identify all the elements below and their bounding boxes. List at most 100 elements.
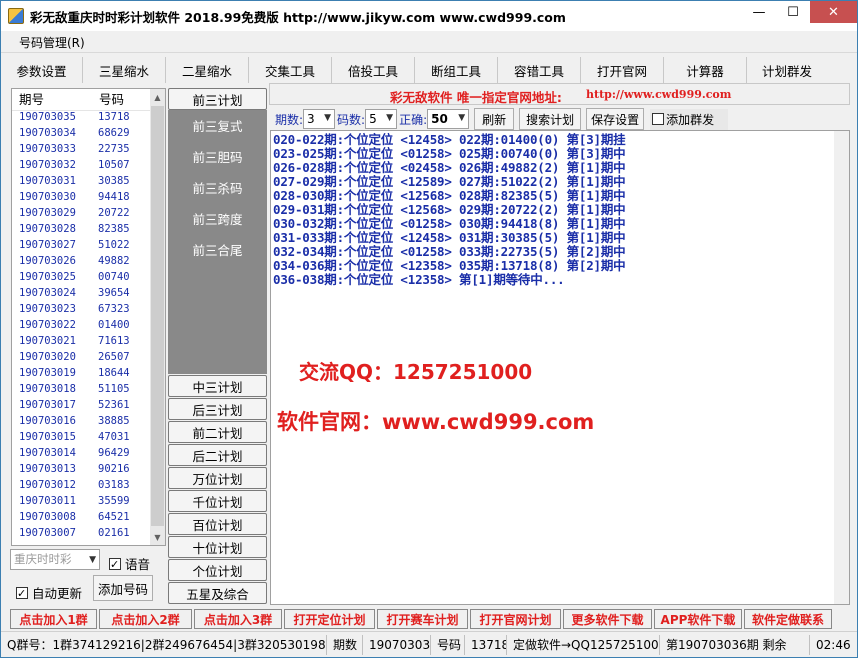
voice-checkbox[interactable]	[109, 557, 121, 570]
toolbar-button-group-send[interactable]: 计划群发	[747, 57, 827, 83]
plan-button-qian[interactable]: 千位计划	[168, 490, 267, 512]
column-header-period[interactable]: 期号	[12, 89, 92, 110]
table-row[interactable]: 190703027 51022	[12, 239, 165, 255]
table-row[interactable]: 190703014 96429	[12, 447, 165, 463]
menu-number-manage[interactable]: 号码管理(R)	[19, 34, 85, 51]
toolbar-button-official-site[interactable]: 打开官网	[581, 57, 664, 83]
scroll-down-icon[interactable]: ▼	[150, 529, 165, 545]
save-settings-button[interactable]: 保存设置	[586, 108, 645, 130]
join-group1-button[interactable]: 点击加入1群	[10, 609, 97, 629]
auto-update-checkbox[interactable]	[16, 586, 28, 599]
plan-sub-front3-bile[interactable]: 前三胆码	[168, 147, 267, 166]
table-row[interactable]: 190703025 00740	[12, 271, 165, 287]
maximize-button[interactable]: ☐	[776, 1, 810, 23]
plan-button-5star[interactable]: 五星及综合	[168, 582, 267, 604]
plan-output-panel: 彩无敌软件 唯一指定官网地址: http://www.cwd999.com 期数…	[269, 83, 850, 605]
table-row[interactable]: 190703019 18644	[12, 367, 165, 383]
plan-button-wan[interactable]: 万位计划	[168, 467, 267, 489]
plan-sub-front3-span[interactable]: 前三跨度	[168, 209, 267, 228]
table-row[interactable]: 190703028 82385	[12, 223, 165, 239]
table-row[interactable]: 190703011 35599	[12, 495, 165, 511]
scroll-up-icon[interactable]: ▲	[150, 89, 165, 105]
table-row[interactable]: 190703035 13718	[12, 111, 165, 127]
plan-sub-front3-compound[interactable]: 前三复式	[168, 116, 267, 135]
voice-label: 语音	[125, 557, 151, 572]
more-software-button[interactable]: 更多软件下载	[563, 609, 652, 629]
open-official-plan-button[interactable]: 打开官网计划	[470, 609, 561, 629]
table-row[interactable]: 190703013 90216	[12, 463, 165, 479]
table-row[interactable]: 190703033 22735	[12, 143, 165, 159]
status-remaining: 第190703036期 剩余	[660, 634, 810, 655]
plan-button-front2[interactable]: 前二计划	[168, 421, 267, 443]
table-row[interactable]: 190703023 67323	[12, 303, 165, 319]
toolbar-button-intersect[interactable]: 交集工具	[249, 57, 332, 83]
plan-button-front3[interactable]: 前三计划	[168, 88, 267, 110]
log-scrollbar[interactable]	[834, 131, 849, 604]
codes-select[interactable]: 5 ▼	[365, 109, 398, 129]
status-number-value: 13718	[465, 634, 507, 655]
table-row[interactable]: 190703031 30385	[12, 175, 165, 191]
periods-select[interactable]: 3 ▼	[303, 109, 336, 129]
period-cell: 190703007	[19, 527, 76, 539]
table-row[interactable]: 190703032 10507	[12, 159, 165, 175]
table-row[interactable]: 190703008 64521	[12, 511, 165, 527]
close-button[interactable]: ✕	[810, 1, 857, 23]
table-row[interactable]: 190703015 47031	[12, 431, 165, 447]
table-row[interactable]: 190703034 68629	[12, 127, 165, 143]
log-line: 029-031期:个位定位 <12568> 029期:20722(2) 第[1]…	[273, 202, 626, 217]
toolbar-button-break[interactable]: 断组工具	[415, 57, 498, 83]
plan-button-ge[interactable]: 个位计划	[168, 559, 267, 581]
table-row[interactable]: 190703022 01400	[12, 319, 165, 335]
join-group3-button[interactable]: 点击加入3群	[194, 609, 282, 629]
plan-button-mid3[interactable]: 中三计划	[168, 375, 267, 397]
minimize-button[interactable]: —	[742, 1, 776, 23]
table-row[interactable]: 190703017 52361	[12, 399, 165, 415]
period-cell: 190703015	[19, 431, 76, 443]
toolbar-button-multiple[interactable]: 倍投工具	[332, 57, 415, 83]
table-row[interactable]: 190703020 26507	[12, 351, 165, 367]
search-plan-button[interactable]: 搜索计划	[519, 108, 582, 130]
column-header-number[interactable]: 号码	[92, 89, 124, 110]
lottery-type-select[interactable]: 重庆时时彩 ▼	[10, 549, 100, 570]
table-row[interactable]: 190703029 20722	[12, 207, 165, 223]
table-row[interactable]: 190703030 94418	[12, 191, 165, 207]
add-number-button[interactable]: 添加号码	[93, 575, 153, 601]
auto-update-toggle[interactable]: 自动更新	[16, 583, 82, 602]
voice-toggle[interactable]: 语音	[109, 554, 150, 573]
table-row[interactable]: 190703018 51105	[12, 383, 165, 399]
scroll-thumb[interactable]	[151, 106, 164, 526]
toolbar-button-calculator[interactable]: 计算器	[664, 57, 747, 83]
toolbar-button-3star[interactable]: 三星缩水	[83, 57, 166, 83]
plan-button-back3[interactable]: 后三计划	[168, 398, 267, 420]
table-row[interactable]: 190703007 02161	[12, 527, 165, 543]
history-list[interactable]: 期号 号码 190703035 13718 190703034 68629 190703…	[11, 88, 166, 546]
open-racing-plan-button[interactable]: 打开赛车计划	[377, 609, 468, 629]
table-row[interactable]: 190703021 71613	[12, 335, 165, 351]
plan-button-shi[interactable]: 十位计划	[168, 536, 267, 558]
join-group2-button[interactable]: 点击加入2群	[99, 609, 192, 629]
log-line: 036-038期:个位定位 <12358> 第[1]期等待中...	[273, 272, 565, 287]
plan-button-back2[interactable]: 后二计划	[168, 444, 267, 466]
chevron-down-icon: ▼	[324, 113, 332, 123]
open-position-plan-button[interactable]: 打开定位计划	[284, 609, 375, 629]
app-download-button[interactable]: APP软件下载	[654, 609, 742, 629]
table-row[interactable]: 190703026 49882	[12, 255, 165, 271]
log-line: 030-032期:个位定位 <01258> 030期:94418(8) 第[1]…	[273, 216, 626, 231]
plan-sub-front3-kill[interactable]: 前三杀码	[168, 178, 267, 197]
plan-button-bai[interactable]: 百位计划	[168, 513, 267, 535]
number-cell: 51105	[98, 383, 130, 395]
history-scrollbar[interactable]: ▲ ▼	[150, 89, 165, 545]
toolbar-button-params[interactable]: 参数设置	[1, 57, 83, 83]
correct-select[interactable]: 50 ▼	[427, 109, 470, 129]
table-row[interactable]: 190703024 39654	[12, 287, 165, 303]
refresh-button[interactable]: 刷新	[474, 108, 515, 130]
table-row[interactable]: 190703012 03183	[12, 479, 165, 495]
toolbar-button-tolerance[interactable]: 容错工具	[498, 57, 581, 83]
custom-software-button[interactable]: 软件定做联系	[744, 609, 832, 629]
toolbar-button-2star[interactable]: 二星缩水	[166, 57, 249, 83]
number-cell: 18644	[98, 367, 130, 379]
add-group-send-checkbox[interactable]	[652, 113, 665, 125]
plan-sub-front3-tail[interactable]: 前三合尾	[168, 240, 267, 259]
table-row[interactable]: 190703016 38885	[12, 415, 165, 431]
banner-url[interactable]: http://www.cwd999.com	[586, 88, 731, 101]
